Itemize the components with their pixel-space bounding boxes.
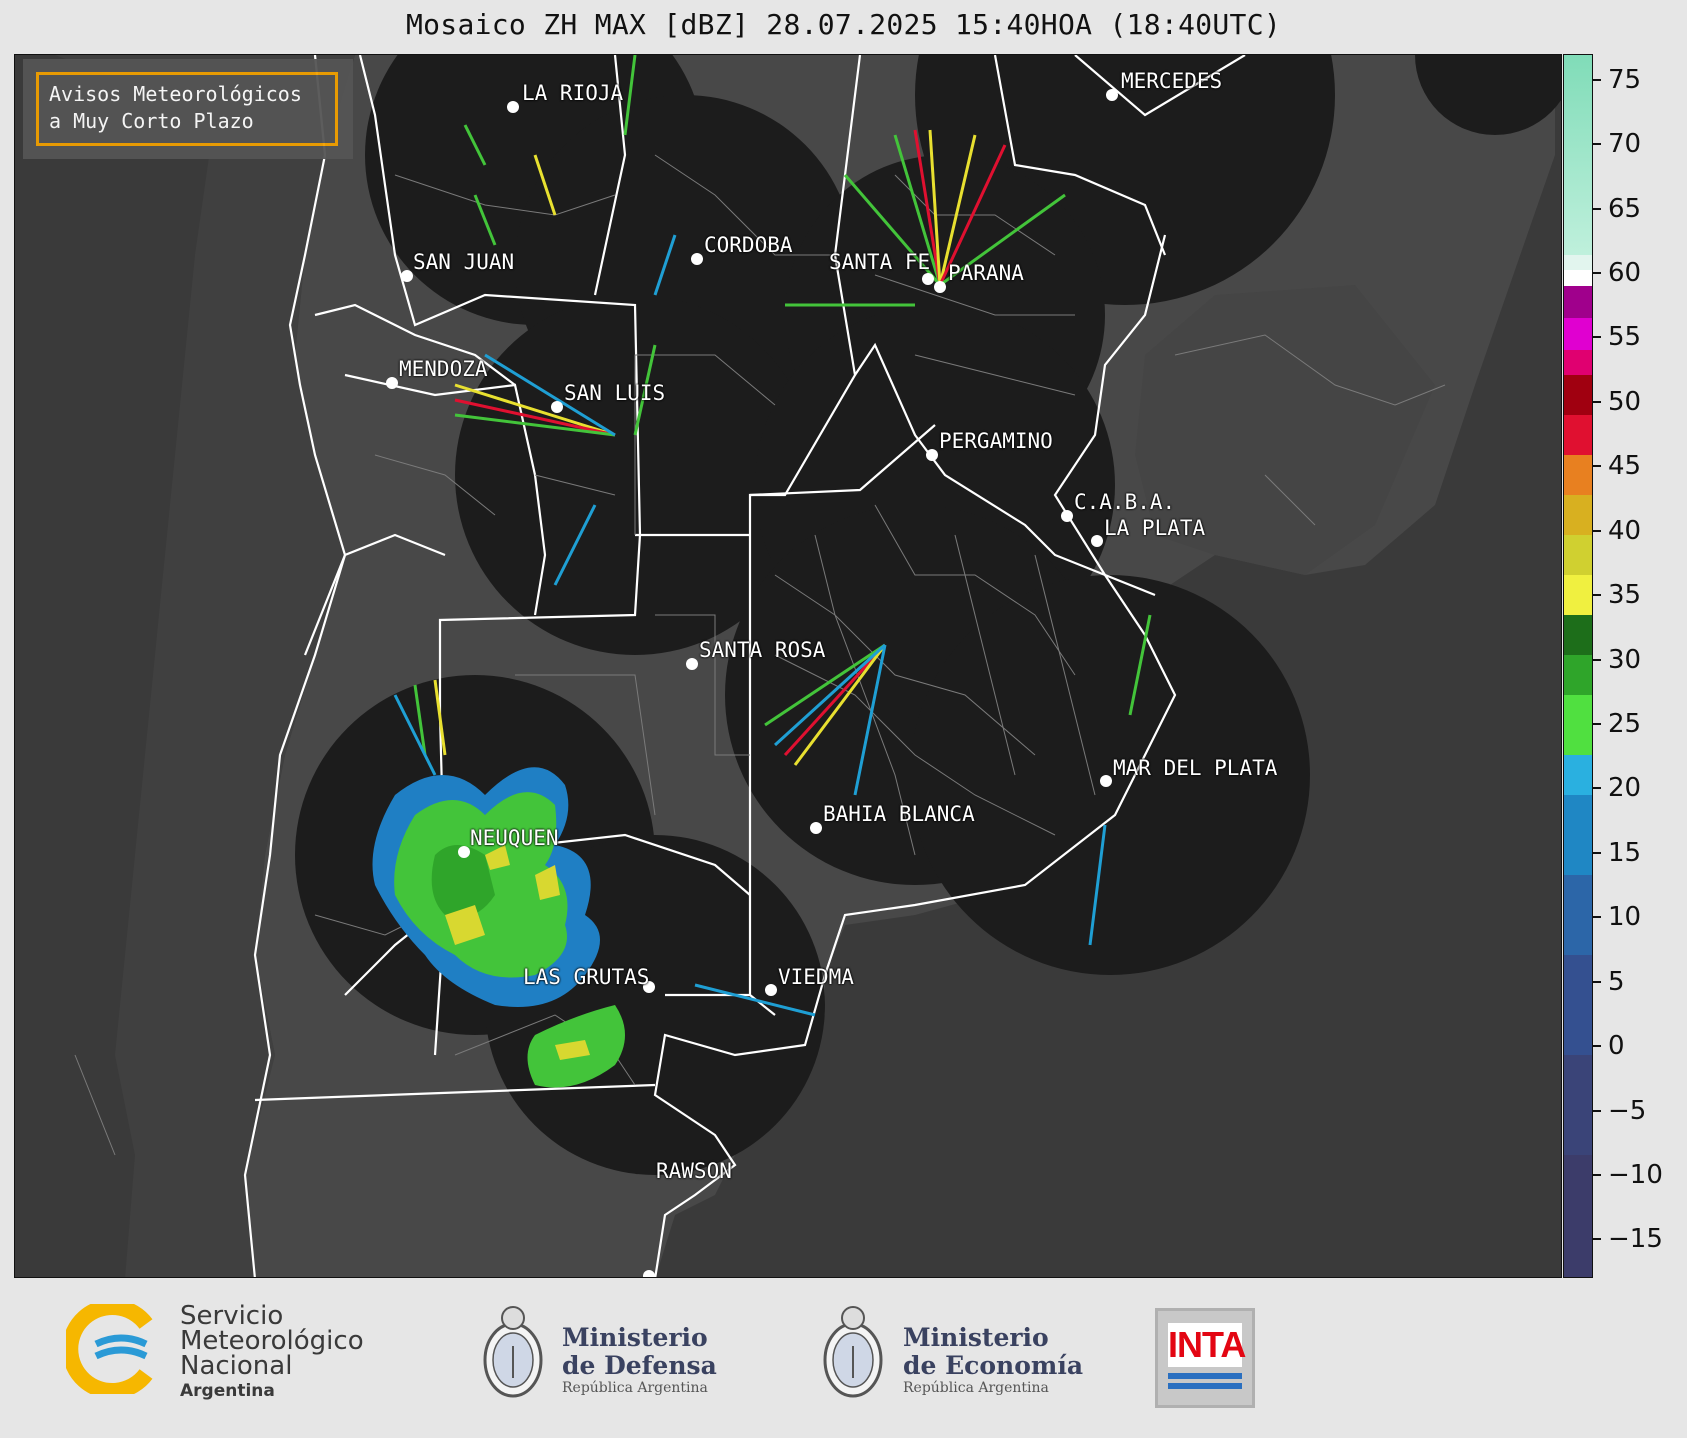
city-marker-caba[interactable] <box>1061 510 1073 522</box>
footer-logos: Servicio Meteorológico Nacional Argentin… <box>0 1278 1687 1438</box>
colorbar-tick-label: 5 <box>1608 966 1625 997</box>
city-marker-santa-fe[interactable] <box>922 273 934 285</box>
colorbar-tick <box>1593 1238 1601 1241</box>
colorbar-tick <box>1593 143 1601 146</box>
colorbar-tick-label: 10 <box>1608 902 1642 933</box>
economia-logo-text: Ministerio de Economía República Argenti… <box>903 1323 1084 1397</box>
notice-panel: Avisos Meteorológicos a Muy Corto Plazo <box>23 59 353 159</box>
city-label-viedma: VIEDMA <box>778 965 854 989</box>
city-marker-san-juan[interactable] <box>401 270 413 282</box>
colorbar-tick <box>1593 658 1601 661</box>
city-marker-viedma[interactable] <box>765 984 777 996</box>
inta-stripe-1 <box>1168 1373 1242 1379</box>
inta-stripe-2 <box>1168 1383 1242 1389</box>
colorbar-tick <box>1593 916 1601 919</box>
city-label-san-juan: SAN JUAN <box>413 250 515 274</box>
city-marker-san-luis[interactable] <box>551 401 563 413</box>
city-label-mendoza: MENDOZA <box>399 357 488 381</box>
city-label-las-grutas: LAS GRUTAS <box>523 965 650 989</box>
inta-logo: INTA <box>1155 1308 1255 1408</box>
colorbar-tick-label: 20 <box>1608 773 1642 804</box>
city-label-neuquen: NEUQUEN <box>470 826 559 850</box>
city-marker-bahia-blanca[interactable] <box>810 822 822 834</box>
city-marker-mercedes[interactable] <box>1106 89 1118 101</box>
city-marker-pergamino[interactable] <box>926 449 938 461</box>
defensa-emblem-icon <box>483 1306 543 1398</box>
smn-line-3: Nacional <box>180 1351 293 1381</box>
economia-line-3: República Argentina <box>903 1380 1049 1396</box>
city-label-caba: C.A.B.A. <box>1074 490 1176 514</box>
city-label-mercedes: MERCEDES <box>1121 69 1223 93</box>
city-marker-santa-rosa[interactable] <box>686 658 698 670</box>
notice-line-2: a Muy Corto Plazo <box>49 109 254 133</box>
colorbar-tick-label: 40 <box>1608 515 1642 546</box>
city-label-rawson: RAWSON <box>656 1159 732 1183</box>
city-marker-rawson[interactable] <box>643 1270 655 1277</box>
smn-logo-text: Servicio Meteorológico Nacional Argentin… <box>180 1303 364 1404</box>
map-title: Mosaico ZH MAX [dBZ] 28.07.2025 15:40HOA… <box>405 8 1282 41</box>
colorbar-tick <box>1593 529 1601 532</box>
colorbar-tick-label: −10 <box>1608 1159 1663 1190</box>
city-label-bahia-blanca: BAHIA BLANCA <box>823 802 975 826</box>
colorbar-tick <box>1593 787 1601 790</box>
colorbar-tick <box>1593 1173 1601 1176</box>
city-marker-mar-del-plata[interactable] <box>1100 775 1112 787</box>
colorbar-tick-label: 25 <box>1608 708 1642 739</box>
city-label-parana: PARANA <box>948 261 1024 285</box>
colorbar-tick <box>1593 851 1601 854</box>
colorbar-tick <box>1593 465 1601 468</box>
colorbar-tick-label: 50 <box>1608 386 1642 417</box>
colorbar-tick-label: 15 <box>1608 837 1642 868</box>
city-label-la-rioja: LA RIOJA <box>522 81 624 105</box>
city-marker-cordoba[interactable] <box>691 253 703 265</box>
city-label-cordoba: CORDOBA <box>704 233 793 257</box>
colorbar-tick-label: 70 <box>1608 129 1642 160</box>
city-marker-la-rioja[interactable] <box>507 101 519 113</box>
colorbar-tick <box>1593 594 1601 597</box>
colorbar-tick-label: 55 <box>1608 322 1642 353</box>
defensa-logo-text: Ministerio de Defensa República Argentin… <box>562 1323 717 1397</box>
colorbar-tick <box>1593 1109 1601 1112</box>
city-marker-la-plata[interactable] <box>1091 535 1103 547</box>
city-marker-parana[interactable] <box>934 281 946 293</box>
radar-map[interactable]: Avisos Meteorológicos a Muy Corto Plazo … <box>14 54 1562 1278</box>
colorbar-tick-label: 75 <box>1608 64 1642 95</box>
notice-box: Avisos Meteorológicos a Muy Corto Plazo <box>36 72 338 146</box>
colorbar-tick <box>1593 78 1601 81</box>
inta-logo-text: INTA <box>1168 1323 1246 1367</box>
defensa-line-2: de Defensa <box>562 1351 717 1380</box>
colorbar-tick-label: 45 <box>1608 451 1642 482</box>
colorbar-tick <box>1593 336 1601 339</box>
city-marker-neuquen[interactable] <box>458 846 470 858</box>
colorbar-tick <box>1593 272 1601 275</box>
city-label-santa-rosa: SANTA ROSA <box>699 638 826 662</box>
economia-line-1: Ministerio <box>903 1323 1049 1352</box>
colorbar-tick-label: 30 <box>1608 644 1642 675</box>
city-label-santa-fe: SANTA FE <box>829 250 931 274</box>
economia-emblem-icon <box>823 1306 883 1398</box>
colorbar <box>1563 54 1593 1278</box>
smn-logo-icon <box>66 1304 153 1394</box>
city-label-san-luis: SAN LUIS <box>564 381 666 405</box>
economia-line-2: de Economía <box>903 1351 1084 1380</box>
city-marker-mendoza[interactable] <box>386 377 398 389</box>
colorbar-tick-label: −15 <box>1608 1224 1663 1255</box>
colorbar-tick-label: 35 <box>1608 580 1642 611</box>
colorbar-tick <box>1593 980 1601 983</box>
defensa-line-3: República Argentina <box>562 1380 708 1396</box>
defensa-line-1: Ministerio <box>562 1323 708 1352</box>
colorbar-tick <box>1593 400 1601 403</box>
colorbar-tick-label: −5 <box>1608 1095 1647 1126</box>
colorbar-tick <box>1593 722 1601 725</box>
colorbar-tick <box>1593 207 1601 210</box>
colorbar-tick <box>1593 1045 1601 1048</box>
smn-line-4: Argentina <box>180 1381 275 1401</box>
city-label-la-plata: LA PLATA <box>1104 516 1206 540</box>
notice-line-1: Avisos Meteorológicos <box>49 82 302 106</box>
colorbar-tick-label: 0 <box>1608 1031 1625 1062</box>
city-label-pergamino: PERGAMINO <box>939 429 1053 453</box>
colorbar-tick-label: 60 <box>1608 258 1642 289</box>
colorbar-tick-label: 65 <box>1608 193 1642 224</box>
city-label-mar-del-plata: MAR DEL PLATA <box>1113 756 1278 780</box>
